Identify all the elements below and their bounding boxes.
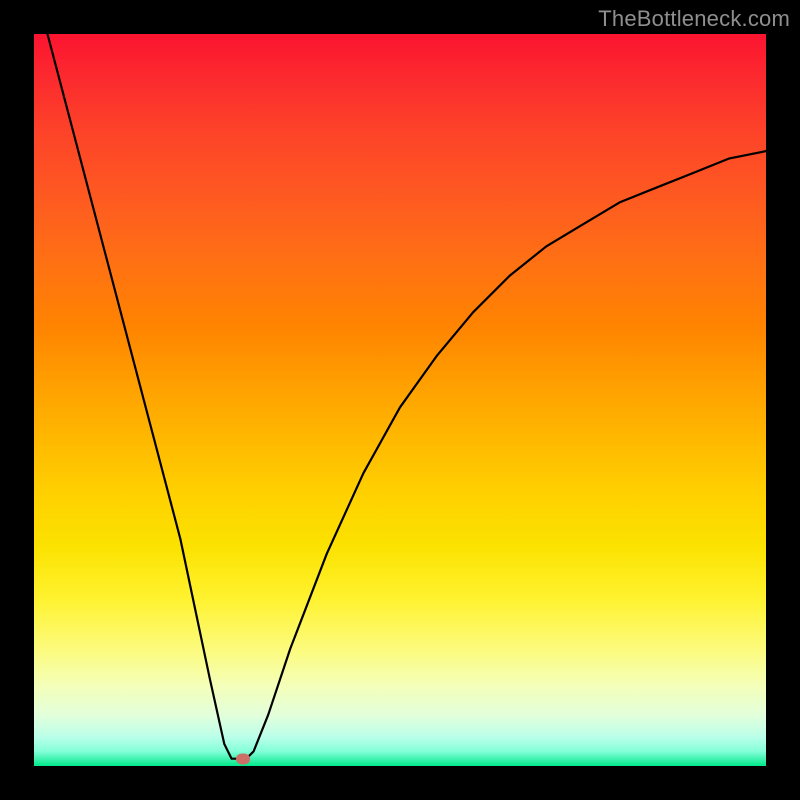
bottleneck-curve-path — [34, 34, 766, 759]
watermark-text: TheBottleneck.com — [598, 6, 790, 32]
chart-frame: TheBottleneck.com — [0, 0, 800, 800]
optimal-point-marker — [236, 753, 250, 764]
plot-area — [34, 34, 766, 766]
curve-svg — [34, 34, 766, 766]
